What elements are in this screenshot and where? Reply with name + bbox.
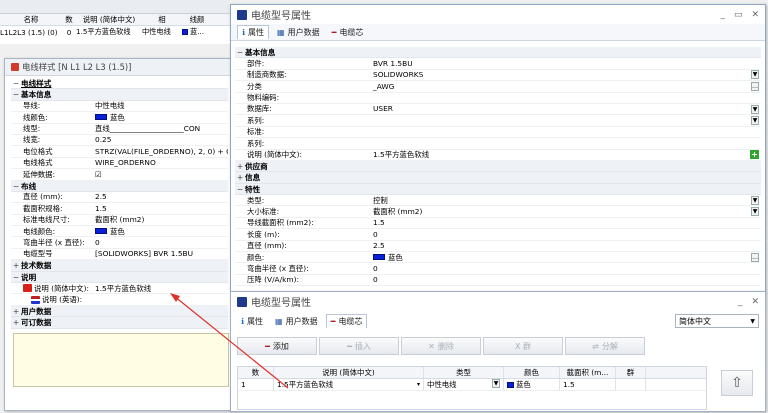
annotation-arrow [170,293,289,389]
arrow-head [170,293,180,302]
arrow-line [173,295,289,389]
